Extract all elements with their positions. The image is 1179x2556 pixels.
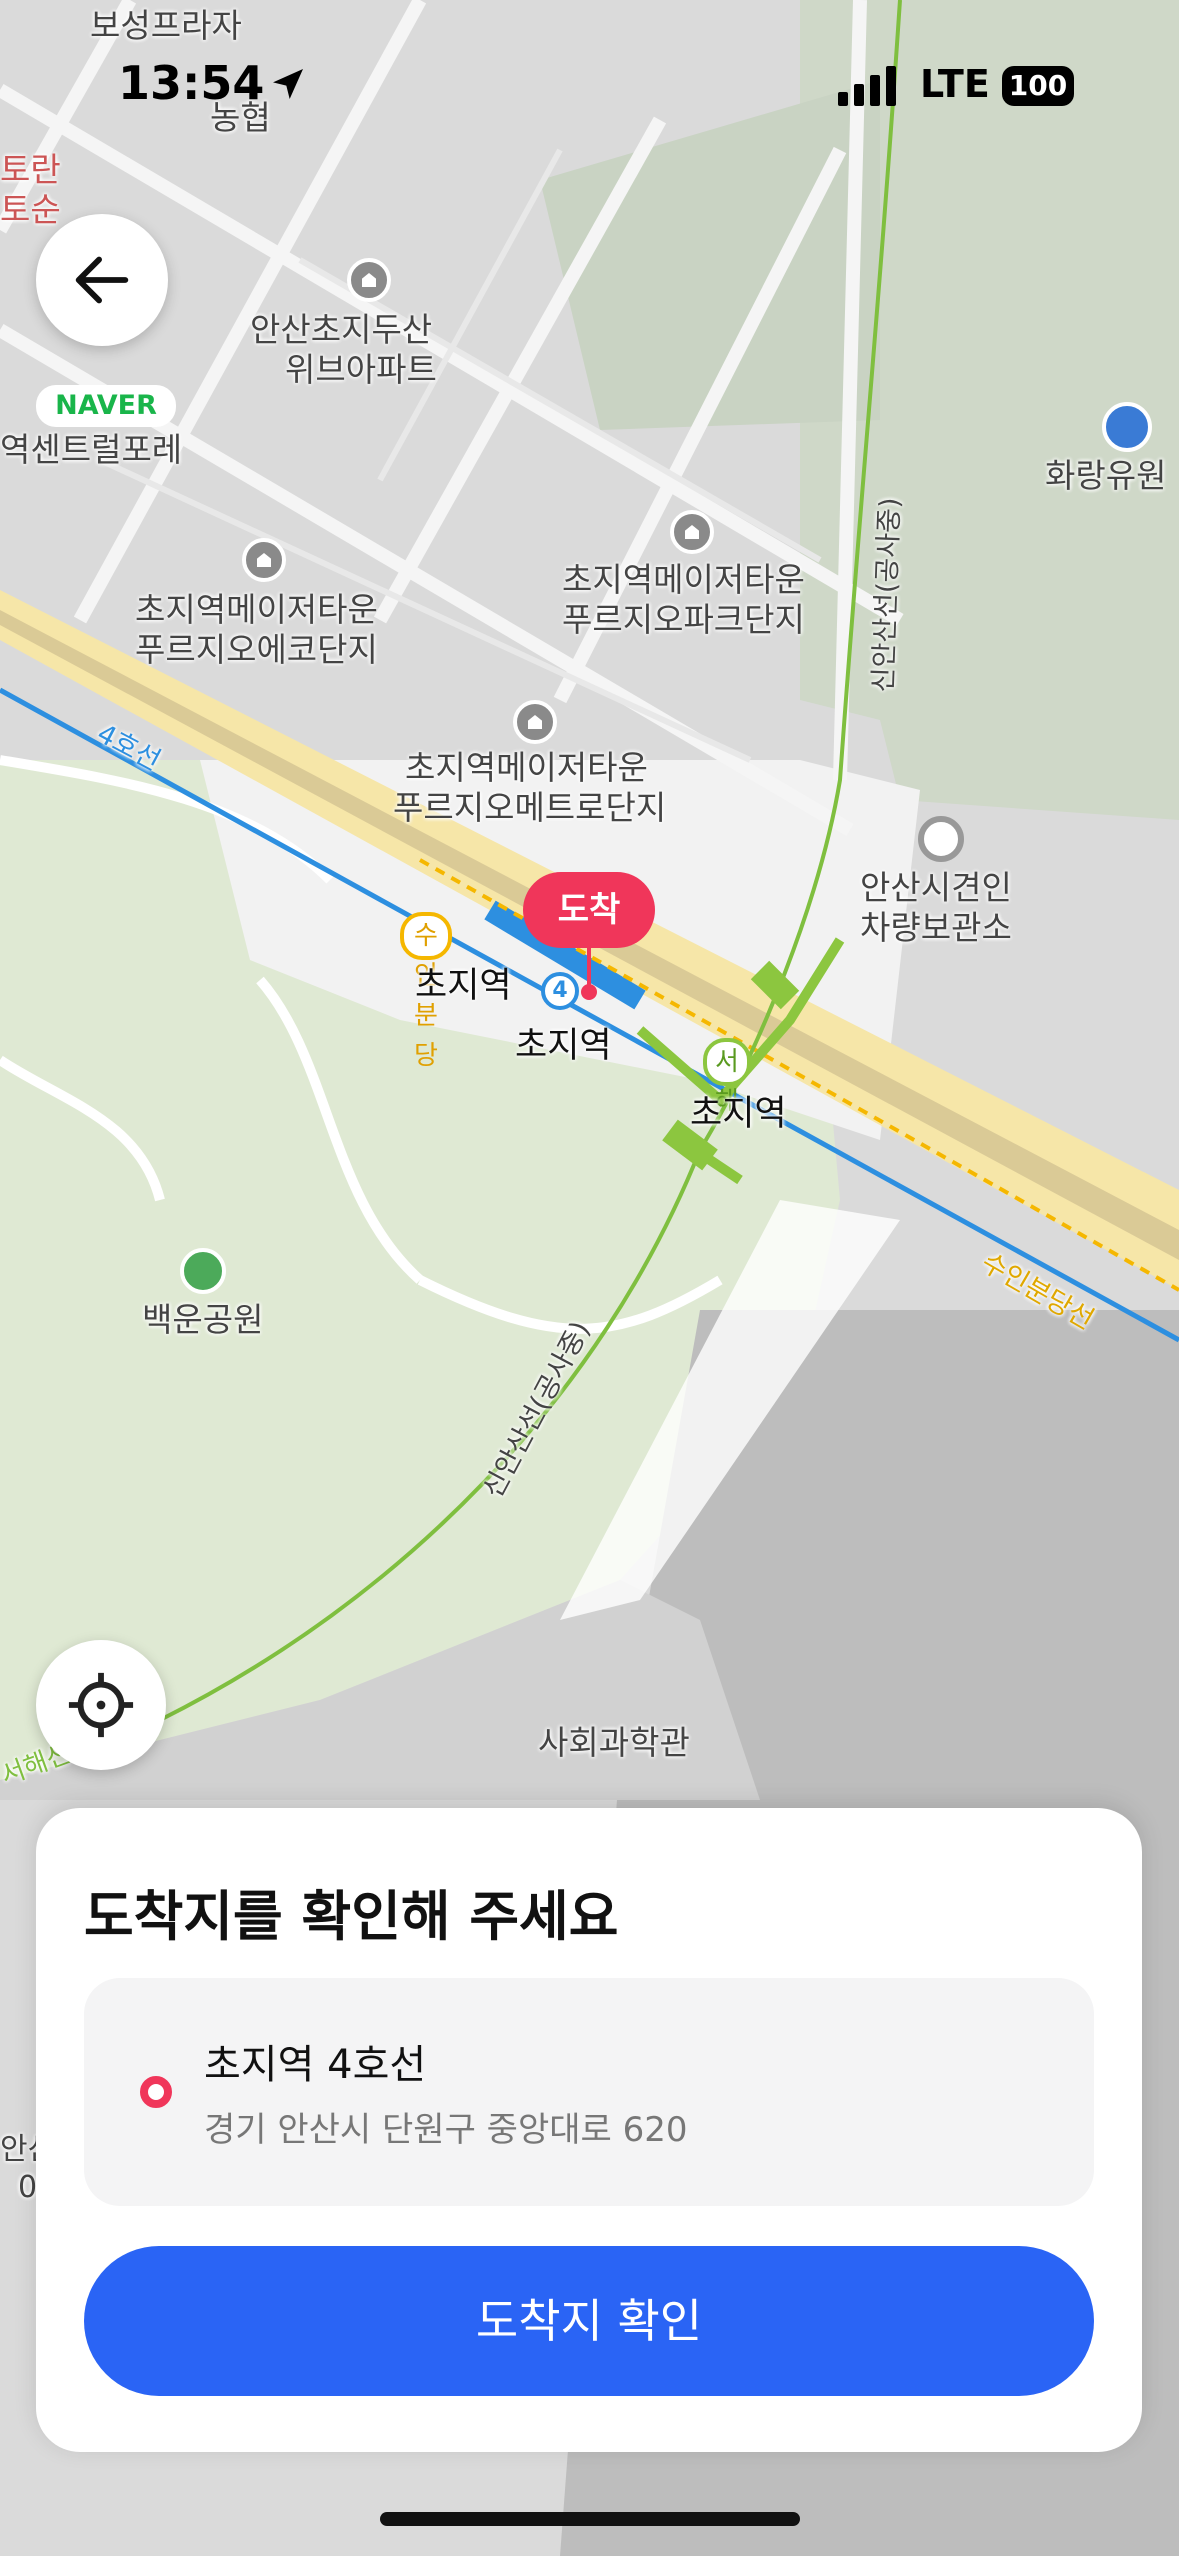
battery-indicator: 100 (1002, 66, 1074, 106)
map-label-hwarang: 화랑유원 (1045, 456, 1167, 495)
seohae-badge: 서해 (703, 1038, 751, 1117)
arrow-left-icon (75, 256, 129, 304)
current-location-button[interactable] (36, 1640, 166, 1770)
map-label-pound-1: 안산시견인 (860, 868, 1012, 907)
location-arrow-icon (273, 69, 303, 99)
map-label-baekun: 백운공원 (142, 1300, 264, 1339)
destination-dot-icon (140, 2076, 172, 2108)
map-label-park-2: 푸르지오파크단지 (562, 600, 805, 639)
map-label-metro-2: 푸르지오메트로단지 (393, 788, 667, 827)
arrival-pin-label: 도착 (523, 872, 655, 948)
back-button[interactable] (36, 214, 168, 346)
map-label-doosan-2: 위브아파트 (285, 350, 437, 389)
map-label-central-forest: 역센트럴포레 (0, 430, 183, 469)
apartment-icon (513, 700, 557, 744)
apartment-icon (347, 258, 391, 302)
amusement-park-icon (1102, 402, 1152, 452)
map-label-toran-2: 토순 (0, 190, 61, 229)
status-time: 13:54 (118, 56, 265, 110)
arrival-pin[interactable]: 도착 (523, 872, 655, 1010)
pound-icon (918, 816, 964, 862)
map-label-social-science: 사회과학관 (538, 1723, 690, 1762)
place-name: 초지역 4호선 (204, 2042, 427, 2088)
station-label-line4: 초지역 (515, 1026, 612, 1066)
map-label-sinansan-upper: 신안산선(공사중) (868, 497, 906, 693)
apartment-icon (242, 538, 286, 582)
place-address: 경기 안산시 단원구 중앙대로 620 (204, 2110, 688, 2150)
apartment-icon (670, 510, 714, 554)
map-label-eco-2: 푸르지오에코단지 (135, 630, 378, 669)
signal-icon (838, 66, 898, 106)
naver-badge: NAVER (36, 385, 176, 427)
network-label: LTE (920, 62, 990, 106)
suin-bundang-badge: 수인분당 (400, 912, 452, 1071)
map-label-toran-1: 토란 (0, 150, 61, 189)
station-label-seohae: 초지역 (690, 1094, 787, 1134)
confirm-destination-button[interactable]: 도착지 확인 (84, 2246, 1094, 2396)
station-label-suin: 초지역 (415, 966, 512, 1006)
crosshair-icon (68, 1672, 134, 1738)
arrival-pin-dot (581, 984, 597, 1000)
map-label-left-edge-2: 0 (18, 2170, 38, 2205)
map-label-eco-1: 초지역메이저타운 (135, 590, 378, 629)
destination-sheet: 도착지를 확인해 주세요 초지역 4호선 경기 안산시 단원구 중앙대로 620… (36, 1808, 1142, 2452)
map-label-pound-2: 차량보관소 (860, 908, 1012, 947)
home-indicator (380, 2512, 800, 2526)
map-label-boseong: 보성프라자 (90, 6, 242, 45)
park-icon (180, 1248, 226, 1294)
map-label-metro-1: 초지역메이저타운 (405, 748, 648, 787)
map-label-doosan-1: 안산초지두산 (250, 310, 433, 349)
sheet-title: 도착지를 확인해 주세요 (84, 1885, 619, 1948)
place-card[interactable]: 초지역 4호선 경기 안산시 단원구 중앙대로 620 (84, 1978, 1094, 2206)
map-label-park-1: 초지역메이저타운 (562, 560, 805, 599)
